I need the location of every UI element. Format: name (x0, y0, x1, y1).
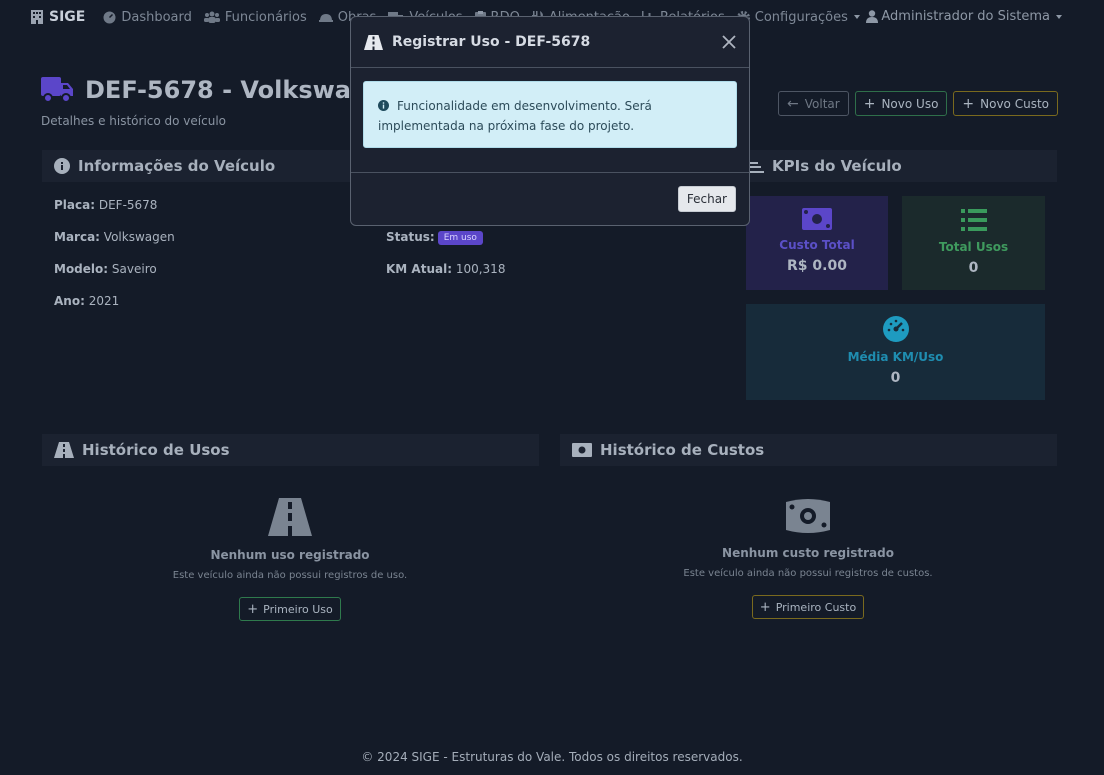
modal-footer: Fechar (351, 172, 749, 226)
register-use-modal: Registrar Uso - DEF-5678 Funcionalidade … (350, 16, 750, 226)
road-icon (268, 498, 312, 536)
placa-value: DEF-5678 (98, 198, 158, 212)
first-cost-button-label: Primeiro Custo (775, 600, 857, 614)
new-cost-button-label: Novo Custo (980, 96, 1049, 111)
modelo-label: Modelo: (54, 262, 109, 276)
money-bill-icon (786, 499, 830, 533)
kpi-custo-total: Custo Total R$ 0.00 (746, 196, 888, 290)
first-cost-button[interactable]: + Primeiro Custo (751, 595, 865, 619)
tachometer-icon (882, 316, 909, 342)
list-ul-icon (960, 209, 987, 231)
field-modelo: Modelo: Saveiro (54, 262, 157, 276)
kpi-title: KPIs do Veículo (772, 157, 902, 175)
kpi-total-usos: Total Usos 0 (902, 196, 1045, 290)
truck-icon (41, 77, 73, 103)
kpi-header: KPIs do Veículo (738, 150, 1057, 182)
info-alert: Funcionalidade em desenvolvimento. Será … (363, 81, 737, 148)
km-label: KM Atual: (386, 262, 452, 276)
back-button[interactable]: ← Voltar (778, 91, 849, 116)
ano-value: 2021 (88, 294, 120, 308)
chevron-down-icon (853, 15, 860, 19)
new-cost-button[interactable]: + Novo Custo (953, 91, 1058, 116)
marca-label: Marca: (54, 230, 100, 244)
kpi-media-label: Média KM/Uso (847, 350, 944, 364)
modelo-value: Saveiro (111, 262, 157, 276)
chevron-down-icon (1056, 14, 1062, 19)
ano-label: Ano: (54, 294, 85, 308)
field-placa: Placa: DEF-5678 (54, 198, 157, 212)
hardhat-icon (318, 13, 333, 22)
close-button[interactable]: Fechar (677, 186, 736, 212)
field-status: Status: Em uso (386, 230, 483, 245)
nav-funcionarios[interactable]: Funcionários (203, 9, 307, 25)
user-menu[interactable]: Administrador do Sistema (866, 9, 1062, 24)
nav-dashboard-label: Dashboard (121, 9, 192, 25)
road-icon (54, 442, 74, 458)
cost-empty-title: Nenhum custo registrado (722, 546, 894, 560)
field-ano: Ano: 2021 (54, 294, 119, 308)
cost-empty-state: Nenhum custo registrado Este veículo ain… (668, 498, 948, 619)
usage-history-title: Histórico de Usos (82, 441, 230, 459)
km-value: 100,318 (455, 262, 506, 276)
arrow-left-icon: ← (787, 95, 799, 112)
kpi-custo-value: R$ 0.00 (787, 258, 847, 274)
cost-history-header: Histórico de Custos (560, 434, 1057, 466)
new-use-button[interactable]: + Novo Uso (854, 91, 948, 116)
first-use-button[interactable]: + Primeiro Uso (239, 597, 341, 621)
money-bill-icon (572, 443, 592, 457)
placa-label: Placa: (54, 198, 96, 212)
brand[interactable]: SIGE (31, 9, 85, 25)
field-km: KM Atual: 100,318 (386, 262, 505, 276)
status-label: Status: (386, 230, 435, 244)
usage-history-header: Histórico de Usos (42, 434, 539, 466)
modal-header: Registrar Uso - DEF-5678 (351, 17, 749, 68)
back-button-label: Voltar (804, 96, 840, 111)
status-badge: Em uso (437, 230, 483, 245)
kpi-custo-label: Custo Total (779, 238, 855, 252)
alert-line-2: implementada na próxima fase do projeto. (378, 119, 635, 133)
cost-history-title: Histórico de Custos (600, 441, 765, 459)
user-name: Administrador do Sistema (881, 9, 1050, 24)
plus-icon: + (247, 601, 259, 617)
vehicle-info-title: Informações do Veículo (78, 157, 276, 175)
plus-icon: + (962, 95, 975, 112)
usage-empty-state: Nenhum uso registrado Este veículo ainda… (150, 498, 430, 621)
marca-value: Volkswagen (103, 230, 175, 244)
header-actions: ← Voltar + Novo Uso + Novo Custo (778, 91, 1058, 116)
gauge-icon (103, 11, 116, 23)
user-icon (866, 10, 879, 23)
info-circle-icon (54, 158, 70, 174)
close-icon[interactable] (721, 34, 737, 50)
alert-line-1: Funcionalidade em desenvolvimento. Será (378, 96, 724, 116)
usage-empty-title: Nenhum uso registrado (210, 548, 370, 562)
usage-empty-text: Este veículo ainda não possui registros … (172, 570, 408, 581)
info-circle-icon (378, 100, 389, 111)
modal-title: Registrar Uso - DEF-5678 (392, 34, 591, 50)
plus-icon: + (759, 599, 771, 615)
footer: © 2024 SIGE - Estruturas do Vale. Todos … (361, 750, 743, 764)
users-icon (203, 11, 220, 23)
nav-configuracoes[interactable]: Configurações (736, 9, 860, 25)
nav-dashboard[interactable]: Dashboard (103, 10, 192, 25)
kpi-media-km: Média KM/Uso 0 (746, 304, 1045, 400)
brand-name: SIGE (49, 9, 86, 25)
kpi-media-value: 0 (890, 370, 901, 386)
kpi-usos-value: 0 (968, 260, 979, 276)
kpi-usos-label: Total Usos (938, 240, 1009, 254)
plus-icon: + (863, 95, 876, 112)
building-icon (31, 10, 43, 24)
first-use-button-label: Primeiro Uso (263, 602, 333, 616)
nav-funcionarios-label: Funcionários (224, 9, 307, 25)
road-icon (364, 34, 383, 50)
new-use-button-label: Novo Uso (881, 96, 939, 111)
money-bill-icon (802, 208, 832, 230)
cost-empty-text: Este veículo ainda não possui registros … (683, 568, 933, 579)
nav-configuracoes-label: Configurações (754, 9, 848, 25)
alert-text-1: Funcionalidade em desenvolvimento. Será (397, 99, 652, 113)
field-marca: Marca: Volkswagen (54, 230, 175, 244)
